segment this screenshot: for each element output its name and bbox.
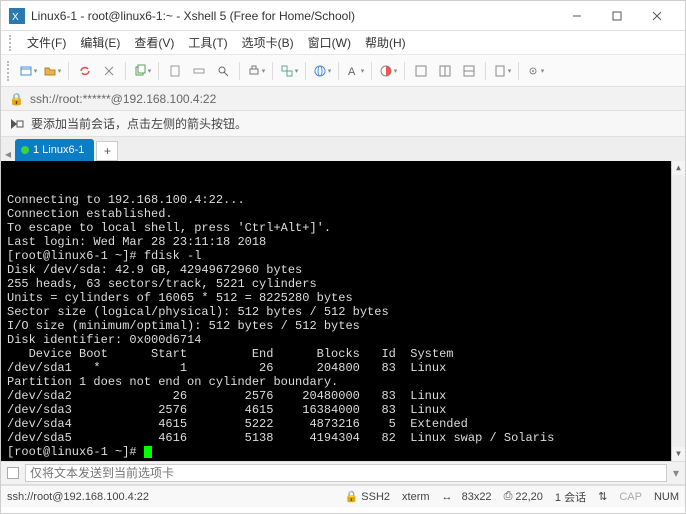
menubar: 文件(F) 编辑(E) 查看(V) 工具(T) 选项卡(B) 窗口(W) 帮助(… (1, 31, 685, 55)
layout3-button[interactable] (458, 60, 480, 82)
menu-tab[interactable]: 选项卡(B) (236, 32, 300, 53)
status-bar: ssh://root@192.168.100.4:22 🔒SSH2 xterm … (1, 485, 685, 507)
status-dot-icon (21, 146, 29, 154)
add-tab-button[interactable]: + (96, 141, 118, 161)
tip-bar: 要添加当前会话，点击左侧的箭头按钮。 (1, 111, 685, 137)
separator (68, 62, 69, 80)
tool-button[interactable] (188, 60, 210, 82)
menu-tool[interactable]: 工具(T) (182, 32, 233, 53)
tab-strip: ◂ 1 Linux6-1 + (1, 137, 685, 161)
minimize-button[interactable] (557, 2, 597, 30)
scrollbar-vertical[interactable]: ▴ ▾ (671, 161, 685, 461)
layout2-button[interactable] (434, 60, 456, 82)
reconnect-button[interactable] (74, 60, 96, 82)
separator (485, 62, 486, 80)
status-term: xterm (402, 491, 430, 503)
lock-icon: 🔒 (345, 490, 359, 503)
address-bar: 🔒 ssh://root:******@192.168.100.4:22 (1, 87, 685, 111)
status-updown-icon: ⇅ (598, 490, 607, 503)
open-session-button[interactable] (41, 60, 63, 82)
maximize-button[interactable] (597, 2, 637, 30)
disconnect-button[interactable] (98, 60, 120, 82)
grip-icon (7, 61, 13, 81)
paste-button[interactable] (164, 60, 186, 82)
tab-active[interactable]: 1 Linux6-1 (15, 139, 94, 161)
separator (404, 62, 405, 80)
print-button[interactable] (245, 60, 267, 82)
svg-text:A: A (348, 66, 356, 78)
status-rowcol: ⎙ 22,20 (504, 490, 543, 503)
terminal-output: Connecting to 192.168.100.4:22...Connect… (7, 193, 679, 459)
arrow-icon[interactable] (9, 117, 25, 131)
status-connection: ssh://root@192.168.100.4:22 (7, 491, 149, 503)
new-session-button[interactable] (17, 60, 39, 82)
separator (239, 62, 240, 80)
layout1-button[interactable] (410, 60, 432, 82)
separator (272, 62, 273, 80)
toolbar: A (1, 55, 685, 87)
copy-button[interactable] (131, 60, 153, 82)
menu-view[interactable]: 查看(V) (128, 32, 180, 53)
lock-icon: 🔒 (9, 92, 24, 106)
status-num: NUM (654, 491, 679, 503)
globe-button[interactable] (311, 60, 333, 82)
terminal[interactable]: Connecting to 192.168.100.4:22...Connect… (1, 161, 685, 461)
menu-edit[interactable]: 编辑(E) (74, 32, 126, 53)
script-button[interactable] (491, 60, 513, 82)
resize-icon: ↔ (442, 491, 453, 503)
transfer-button[interactable] (278, 60, 300, 82)
tip-text: 要添加当前会话，点击左侧的箭头按钮。 (31, 115, 247, 132)
svg-text:X: X (12, 12, 19, 23)
grip-icon (9, 35, 15, 51)
status-ssh: 🔒SSH2 (345, 490, 390, 503)
window-title: Linux6-1 - root@linux6-1:~ - Xshell 5 (F… (31, 9, 557, 23)
address-text[interactable]: ssh://root:******@192.168.100.4:22 (30, 92, 216, 106)
tab-label: 1 Linux6-1 (33, 144, 84, 156)
menu-help[interactable]: 帮助(H) (359, 32, 412, 53)
status-sessions: 1 会话 (555, 489, 586, 505)
status-caps: CAP (619, 491, 642, 503)
menu-file[interactable]: 文件(F) (21, 32, 72, 53)
close-button[interactable] (637, 2, 677, 30)
font-button[interactable]: A (344, 60, 366, 82)
color-button[interactable] (377, 60, 399, 82)
settings-button[interactable] (524, 60, 546, 82)
separator (371, 62, 372, 80)
scroll-track[interactable] (672, 175, 685, 447)
window-titlebar: X Linux6-1 - root@linux6-1:~ - Xshell 5 … (1, 1, 685, 31)
status-size: ↔ 83x22 (442, 491, 492, 503)
app-icon: X (9, 8, 25, 24)
separator (518, 62, 519, 80)
separator (158, 62, 159, 80)
separator (125, 62, 126, 80)
tab-scroll-left[interactable]: ◂ (1, 147, 15, 161)
separator (338, 62, 339, 80)
menu-window[interactable]: 窗口(W) (302, 32, 357, 53)
scroll-up-icon[interactable]: ▴ (672, 161, 685, 175)
scroll-down-icon[interactable]: ▾ (672, 447, 685, 461)
separator (305, 62, 306, 80)
find-button[interactable] (212, 60, 234, 82)
